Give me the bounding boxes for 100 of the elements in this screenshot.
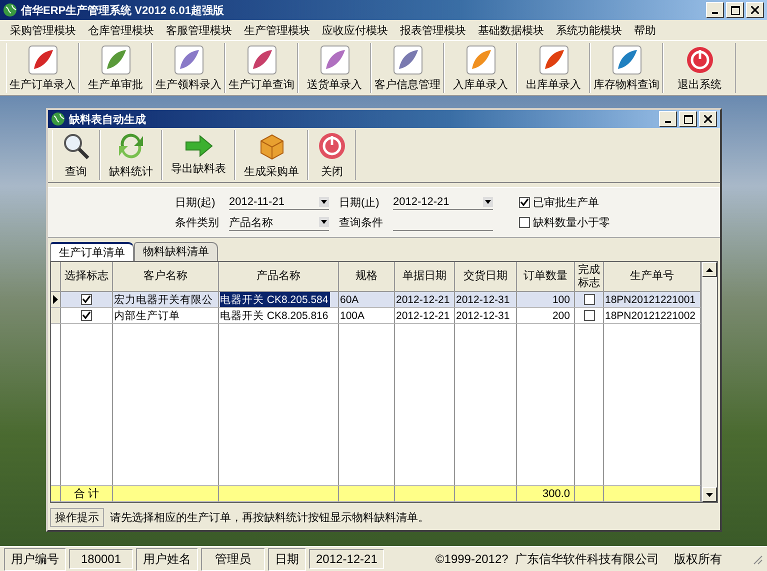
field-label: 日期(止) <box>339 196 380 210</box>
search-icon <box>61 131 91 161</box>
dropdown-arrow-icon <box>483 196 493 206</box>
down-arrow-icon <box>706 492 713 496</box>
menu-item[interactable]: 生产管理模块 <box>238 22 316 38</box>
header-corner <box>51 262 61 292</box>
column-header[interactable]: 客户名称 <box>113 262 219 292</box>
checkbox[interactable] <box>584 310 594 321</box>
resize-grip-icon[interactable] <box>751 553 763 565</box>
toolbar-button[interactable]: 出库单录入 <box>517 43 590 93</box>
column-header[interactable]: 规格 <box>339 262 395 292</box>
total-cell <box>455 486 517 502</box>
field-label: 查询条件 <box>339 216 383 230</box>
table-cell: 2012-12-21 <box>396 308 450 322</box>
menu-item[interactable]: 仓库管理模块 <box>82 22 160 38</box>
table-cell: 2012-12-21 <box>396 292 450 306</box>
toolbar-button[interactable]: 缺料统计 <box>100 130 162 180</box>
hint-label: 操作提示 <box>50 508 104 526</box>
close-button[interactable] <box>699 111 717 127</box>
scroll-down-button[interactable] <box>702 487 717 502</box>
toolbar-button[interactable]: 送货单录入 <box>298 43 371 93</box>
globe-icon <box>3 3 17 17</box>
menu-item[interactable]: 帮助 <box>628 22 662 38</box>
status-label: 用户姓名 <box>136 548 198 570</box>
field-label: 日期(起) <box>175 196 216 210</box>
toolbar-button[interactable]: 生产订单录入 <box>6 43 79 93</box>
checkbox[interactable] <box>81 310 92 321</box>
column-header[interactable]: 生产单号 <box>604 262 701 292</box>
column-header[interactable]: 交货日期 <box>455 262 517 292</box>
toolbar-button[interactable]: 生产订单查询 <box>225 43 298 93</box>
dropdown-arrow-icon <box>319 217 329 227</box>
checkbox[interactable] <box>81 294 92 305</box>
column-header[interactable]: 产品名称 <box>219 262 339 292</box>
date-dropdown[interactable]: 2012-12-21 <box>393 194 493 210</box>
tab[interactable]: 生产订单清单 <box>50 242 134 261</box>
maximize-icon <box>684 114 692 124</box>
dropdown-arrow-icon <box>319 196 329 206</box>
checkbox[interactable] <box>519 217 530 228</box>
maximize-icon <box>730 6 740 14</box>
toolbar-button[interactable]: 生产领料录入 <box>152 43 225 93</box>
arrow-right-icon <box>184 134 214 158</box>
maximize-button[interactable] <box>726 2 744 18</box>
toolbar-button[interactable]: 关闭 <box>308 130 356 180</box>
toolbar-button[interactable]: 生成采购单 <box>235 130 308 180</box>
menu-item[interactable]: 客服管理模块 <box>160 22 238 38</box>
minimize-button[interactable] <box>659 111 677 127</box>
status-value: 180001 <box>69 549 133 569</box>
toolbar-button[interactable]: 生产单审批 <box>79 43 152 93</box>
hint-text: 请先选择相应的生产订单，再按缺料统计按钮显示物料缺料清单。 <box>110 510 429 524</box>
row-header[interactable] <box>51 292 61 308</box>
column-header[interactable]: 完成标志 <box>575 262 604 292</box>
status-label: 日期 <box>268 548 306 570</box>
minimize-button[interactable] <box>706 2 724 18</box>
window-title: 缺料表自动生成 <box>69 112 147 126</box>
total-cell <box>395 486 455 502</box>
power-icon <box>317 131 347 161</box>
total-label: 合 计 <box>61 486 113 502</box>
menu-item[interactable]: 报表管理模块 <box>394 22 472 38</box>
menu-item[interactable]: 基础数据模块 <box>472 22 550 38</box>
checkbox[interactable] <box>519 196 530 208</box>
table-cell-text: 宏力电器开关有限公 <box>114 292 213 307</box>
table-cell: 18PN20121221001 <box>605 292 696 306</box>
table-cell: 2012-12-31 <box>456 292 510 306</box>
toolbar-button[interactable]: 导出缺料表 <box>162 130 235 180</box>
toolbar-button[interactable]: 客户信息管理 <box>371 43 444 93</box>
maximize-button[interactable] <box>679 111 697 127</box>
menu-item[interactable]: 采购管理模块 <box>4 22 82 38</box>
scrollbar[interactable] <box>701 262 717 502</box>
status-value: 2012-12-21 <box>309 549 384 569</box>
table-cell: 60A <box>340 292 359 306</box>
column-header[interactable]: 单据日期 <box>395 262 455 292</box>
date-dropdown[interactable]: 2012-11-21 <box>229 194 329 210</box>
up-arrow-icon <box>706 268 713 272</box>
total-value: 300.0 <box>517 486 575 502</box>
toolbar-button[interactable]: 库存物料查询 <box>590 43 663 93</box>
column-header[interactable]: 选择标志 <box>61 262 113 292</box>
refresh-icon <box>116 131 146 161</box>
table-cell-text: 电器开关 CK8.205.816 <box>220 308 328 323</box>
toolbar-button[interactable]: 查询 <box>52 130 100 180</box>
table-cell: 电器开关 CK8.205.584 <box>220 292 330 307</box>
table-cell: 100 <box>517 292 575 308</box>
table-cell: 100A <box>340 308 365 322</box>
tab[interactable]: 物料缺料清单 <box>134 242 218 261</box>
table-cell: 18PN20121221002 <box>605 308 696 322</box>
condition-dropdown[interactable]: 产品名称 <box>229 214 329 230</box>
row-pointer-icon <box>53 295 58 304</box>
close-icon <box>751 6 759 14</box>
menu-item[interactable]: 应收应付模块 <box>316 22 394 38</box>
table-cell: 200 <box>517 308 575 324</box>
column-header[interactable]: 订单数量 <box>517 262 575 292</box>
toolbar-button[interactable]: 入库单录入 <box>444 43 517 93</box>
checkbox[interactable] <box>584 294 594 305</box>
status-text: ©1999-2012? 广东信华软件科技有限公司 <box>434 550 660 568</box>
menu-item[interactable]: 系统功能模块 <box>550 22 628 38</box>
close-button[interactable] <box>746 2 764 18</box>
scroll-up-button[interactable] <box>702 262 717 277</box>
status-text: 版权所有 <box>673 550 723 568</box>
toolbar-button[interactable]: 退出系统 <box>663 43 736 93</box>
globe-icon <box>51 112 65 126</box>
field-label: 条件类别 <box>175 216 219 230</box>
